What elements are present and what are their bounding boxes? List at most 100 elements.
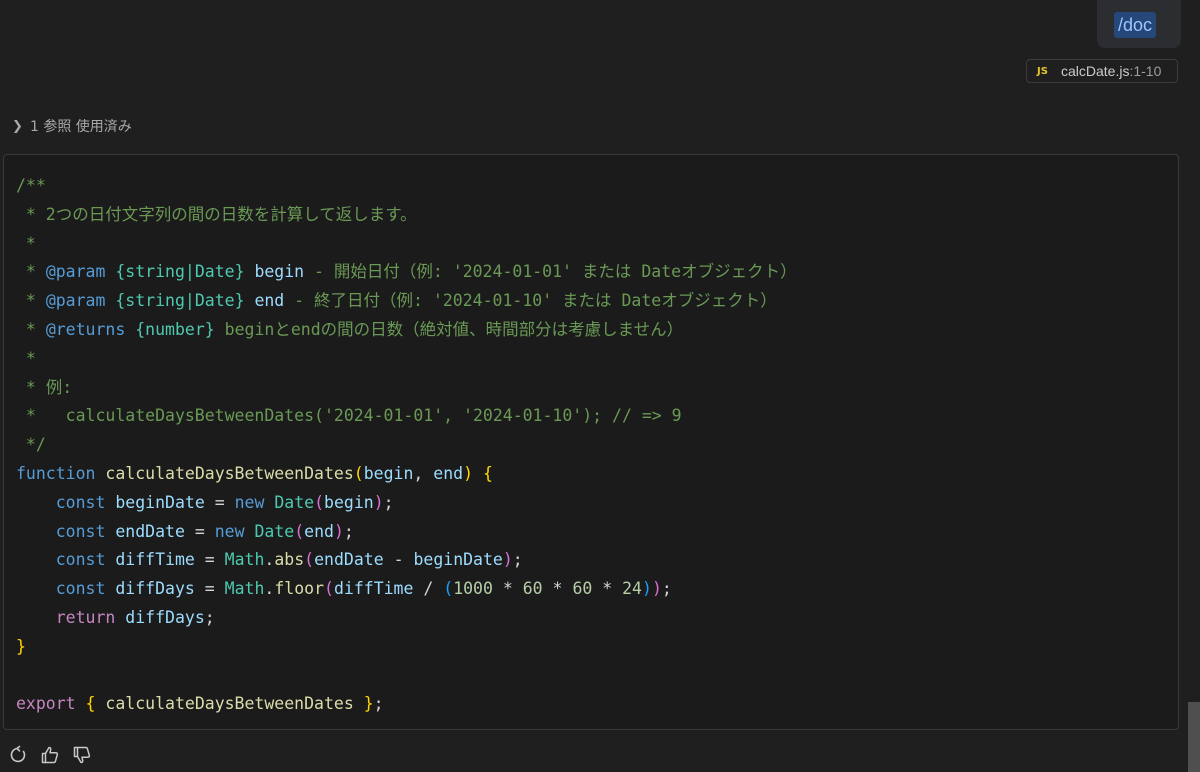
- slash-command-doc[interactable]: /doc: [1114, 12, 1157, 38]
- code-token: new: [234, 492, 265, 512]
- code-token: diffTime: [333, 579, 414, 599]
- code-token: beginDate: [413, 550, 503, 570]
- code-token: begin: [324, 492, 374, 512]
- retry-button[interactable]: [6, 743, 30, 767]
- code-token: ;: [512, 550, 523, 570]
- thumbs-down-button[interactable]: [70, 743, 94, 767]
- code-token: return: [55, 607, 116, 627]
- code-token: {number}: [135, 319, 215, 339]
- code-token: diffDays: [125, 607, 205, 627]
- code-token: (: [294, 521, 305, 541]
- scrollbar-thumb[interactable]: [1188, 702, 1200, 772]
- code-token: @returns: [45, 319, 126, 339]
- code-token: end: [433, 463, 464, 483]
- code-token: diffTime: [115, 550, 195, 570]
- code-token: 60: [522, 579, 543, 599]
- code-line: export { calculateDaysBetweenDates };: [16, 690, 797, 719]
- code-token: =: [184, 521, 215, 541]
- code-token: Math: [224, 550, 265, 570]
- code-token: const: [55, 579, 106, 599]
- code-token: -: [383, 550, 414, 570]
- code-token: {string|Date}: [115, 262, 245, 282]
- code-token: end: [254, 291, 285, 311]
- code-token: /: [413, 579, 444, 599]
- code-token: ;: [204, 607, 215, 627]
- code-token: (: [443, 579, 454, 599]
- code-token: }: [16, 636, 26, 656]
- code-token: @param: [45, 291, 106, 311]
- code-token: {: [85, 694, 96, 714]
- code-block[interactable]: / * * * 2つの日付文字列の間の日数を計算して返します。 * * @param…: [3, 154, 1179, 730]
- code-token: begin: [254, 262, 305, 282]
- code-token: ;: [373, 694, 384, 714]
- code-line: const beginDate = new Date(begin);: [16, 489, 797, 518]
- code-token: const: [55, 550, 106, 570]
- thumbs-up-button[interactable]: [38, 743, 62, 767]
- code-token: =: [194, 550, 225, 570]
- code-content: / * * * 2つの日付文字列の間の日数を計算して返します。 * * @param…: [16, 172, 797, 719]
- code-token: .: [264, 550, 275, 570]
- code-token: ): [651, 579, 662, 599]
- code-line: const diffTime = Math.abs(endDate - begi…: [16, 546, 797, 575]
- code-token: * 2つの日付文字列の間の日数を計算して返します。: [16, 204, 417, 224]
- code-token: const: [55, 521, 106, 541]
- code-token: *: [16, 291, 46, 311]
- file-reference-chip[interactable]: JS calcDate.js:1-10: [1026, 59, 1178, 83]
- response-actions: [6, 743, 94, 767]
- code-line: */: [16, 431, 797, 460]
- code-token: export: [16, 694, 76, 714]
- code-line: * @returns {number} beginとendの間の日数（絶対値、時…: [16, 316, 797, 345]
- code-line: }: [16, 633, 797, 662]
- code-line: [16, 662, 797, 691]
- code-line: *: [16, 345, 797, 374]
- code-token: - 開始日付（例: '2024-01-01' または Dateオブジェクト）: [304, 262, 797, 282]
- code-token: 1000: [453, 579, 493, 599]
- code-line: * @param {string|Date} begin - 開始日付（例: '…: [16, 258, 797, 287]
- code-line: return diffDays;: [16, 604, 797, 633]
- javascript-file-icon: JS: [1037, 65, 1048, 77]
- code-token: (: [353, 463, 364, 483]
- code-token: ): [463, 463, 474, 483]
- code-token: =: [204, 492, 235, 512]
- code-token: =: [194, 579, 225, 599]
- code-token: endDate: [115, 521, 185, 541]
- code-token: floor: [274, 579, 325, 599]
- code-token: ;: [661, 579, 672, 599]
- code-token: beginDate: [115, 492, 205, 512]
- code-token: calculateDaysBetweenDates: [105, 694, 354, 714]
- code-token: *: [16, 262, 46, 282]
- code-token: *: [16, 319, 46, 339]
- thumbs-down-icon: [73, 746, 91, 764]
- code-line: * calculateDaysBetweenDates('2024-01-01'…: [16, 402, 797, 431]
- code-token: ;: [383, 492, 394, 512]
- code-token: ): [502, 550, 513, 570]
- code-token: const: [55, 492, 106, 512]
- references-toggle[interactable]: ❯ 1 参照 使用済み: [12, 116, 132, 136]
- code-token: abs: [274, 550, 305, 570]
- code-token: * calculateDaysBetweenDates('2024-01-01'…: [16, 406, 682, 426]
- code-token: *: [16, 233, 36, 253]
- code-token: *: [592, 579, 623, 599]
- code-token: ,: [413, 463, 434, 483]
- file-reference-range: :1-10: [1129, 63, 1162, 79]
- code-token: Date: [254, 521, 295, 541]
- code-token: begin: [363, 463, 414, 483]
- code-token: - 終了日付（例: '2024-01-10' または Dateオブジェクト）: [284, 291, 777, 311]
- code-token: new: [214, 521, 245, 541]
- code-token: endDate: [314, 550, 384, 570]
- code-token: 60: [572, 579, 593, 599]
